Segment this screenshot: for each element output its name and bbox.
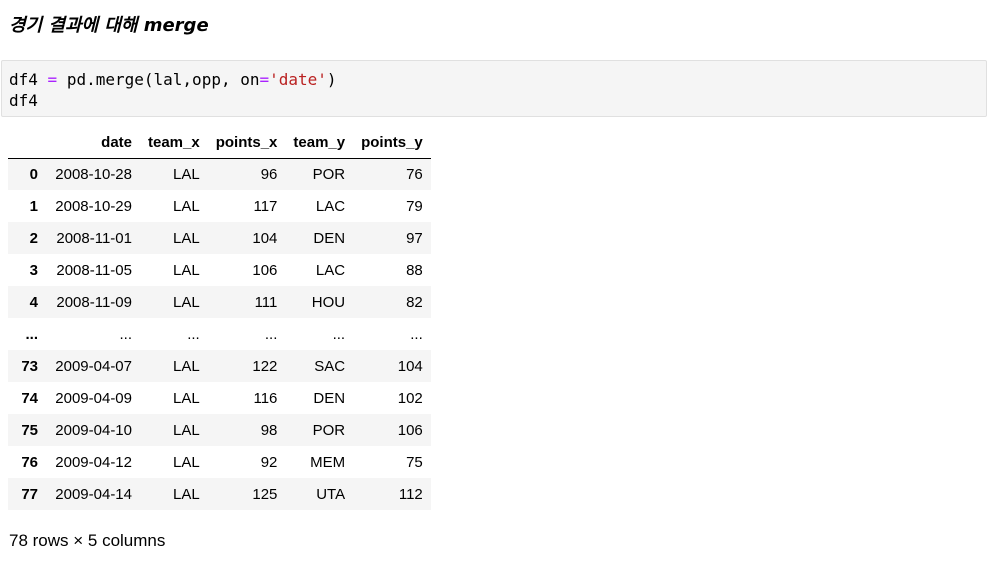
column-header: points_y — [353, 127, 431, 159]
table-row: 3 2008-11-05 LAL 106 LAC 88 — [8, 254, 431, 286]
table-cell: LAL — [173, 197, 200, 215]
index-column-header — [8, 127, 46, 159]
table-cell: 2009-04-14 — [55, 485, 132, 503]
table-cell: 106 — [252, 261, 278, 279]
table-cell: LAC — [315, 197, 346, 215]
code-assign-operator: = — [47, 70, 58, 89]
column-header: date — [46, 127, 140, 159]
table-cell: 98 — [260, 421, 278, 439]
row-index-cell: 1 — [29, 197, 38, 215]
table-cell: 116 — [253, 389, 278, 407]
table-cell: 82 — [406, 293, 423, 311]
table-cell: 88 — [406, 261, 423, 279]
column-header: team_y — [285, 127, 354, 159]
table-cell: LAL — [173, 293, 200, 311]
table-cell: 2009-04-12 — [55, 453, 132, 471]
table-cell: LAL — [173, 261, 200, 279]
dataframe-table: date team_x points_x team_y points_y 0 2008-1… — [8, 127, 431, 510]
table-cell: HOU — [311, 293, 346, 311]
table-cell: LAL — [173, 485, 200, 503]
table-cell: ... — [187, 325, 200, 343]
table-row: 76 2009-04-12 LAL 92 MEM 75 — [8, 446, 431, 478]
table-cell: SAC — [314, 357, 346, 375]
table-cell: 2008-10-28 — [55, 165, 132, 183]
table-row: .................. — [8, 318, 431, 350]
code-variable: df4 — [9, 70, 38, 89]
table-row: 75 2009-04-10 LAL 98 POR 106 — [8, 414, 431, 446]
table-row: 0 2008-10-28 LAL 96 POR 76 — [8, 158, 431, 190]
table-cell: 104 — [252, 229, 278, 247]
table-cell: LAL — [173, 389, 200, 407]
code-cell[interactable]: df4 = pd.merge(lal,opp, on='date') df4 — [1, 60, 987, 117]
row-index-cell: 75 — [21, 421, 38, 439]
code-close-paren: ) — [326, 70, 337, 89]
table-cell: 2009-04-09 — [55, 389, 132, 407]
row-index-cell: 4 — [29, 293, 38, 311]
table-row: 74 2009-04-09 LAL 116 DEN 102 — [8, 382, 431, 414]
row-index-cell: 3 — [29, 261, 38, 279]
table-cell: MEM — [310, 453, 346, 471]
table-cell: 75 — [406, 453, 423, 471]
row-index-cell: ... — [25, 325, 38, 343]
column-header: points_x — [207, 127, 286, 159]
table-cell: ... — [264, 325, 278, 343]
row-index-cell: 2 — [29, 229, 38, 247]
table-cell: 104 — [397, 357, 423, 375]
table-cell: POR — [312, 421, 346, 439]
code-string-literal: 'date' — [269, 70, 327, 89]
table-cell: 79 — [406, 197, 423, 215]
table-shape-summary: 78 rows × 5 columns — [9, 531, 166, 550]
code-merge-call: pd.merge(lal,opp, on — [66, 70, 260, 89]
table-row: 73 2009-04-07 LAL 122 SAC 104 — [8, 350, 431, 382]
row-index-cell: 76 — [21, 453, 38, 471]
table-row: 2 2008-11-01 LAL 104 DEN 97 — [8, 222, 431, 254]
table-cell: 117 — [253, 197, 278, 215]
table-cell: ... — [119, 325, 132, 343]
table-cell: 2009-04-07 — [55, 357, 132, 375]
table-cell: 97 — [406, 229, 423, 247]
table-cell: LAC — [315, 261, 346, 279]
table-cell: LAL — [173, 453, 200, 471]
table-cell: 92 — [260, 453, 278, 471]
table-cell: 96 — [260, 165, 278, 183]
row-index-cell: 0 — [29, 165, 38, 183]
code-line-2: df4 — [9, 91, 38, 110]
column-header: team_x — [140, 127, 208, 159]
table-cell: 2009-04-10 — [55, 421, 132, 439]
row-index-cell: 74 — [21, 389, 38, 407]
table-cell: 2008-11-09 — [56, 293, 132, 311]
table-cell: ... — [410, 325, 423, 343]
table-cell: 76 — [406, 165, 423, 183]
table-row: 4 2008-11-09 LAL 111 HOU 82 — [8, 286, 431, 318]
row-index-cell: 77 — [21, 485, 38, 503]
table-cell: 125 — [252, 485, 278, 503]
table-cell: LAL — [173, 421, 200, 439]
table-cell: UTA — [316, 485, 346, 503]
table-cell: 106 — [397, 421, 423, 439]
code-keyword-equals: = — [259, 70, 270, 89]
table-row: 1 2008-10-29 LAL 117 LAC 79 — [8, 190, 431, 222]
table-cell: 2008-11-05 — [56, 261, 132, 279]
row-index-cell: 73 — [21, 357, 38, 375]
table-cell: LAL — [173, 229, 200, 247]
table-cell: LAL — [173, 165, 200, 183]
table-header-row: date team_x points_x team_y points_y — [8, 127, 431, 159]
section-heading: 경기 결과에 대해 merge — [9, 15, 209, 36]
table-cell: ... — [332, 325, 346, 343]
table-cell: LAL — [173, 357, 200, 375]
table-cell: 122 — [252, 357, 278, 375]
table-cell: 112 — [398, 485, 423, 503]
table-cell: DEN — [313, 229, 346, 247]
table-cell: 2008-10-29 — [55, 197, 132, 215]
table-cell: 111 — [254, 293, 278, 311]
table-cell: 2008-11-01 — [56, 229, 132, 247]
table-cell: DEN — [313, 389, 346, 407]
table-cell: POR — [312, 165, 346, 183]
table-cell: 102 — [397, 389, 423, 407]
table-row: 77 2009-04-14 LAL 125 UTA 112 — [8, 478, 431, 510]
